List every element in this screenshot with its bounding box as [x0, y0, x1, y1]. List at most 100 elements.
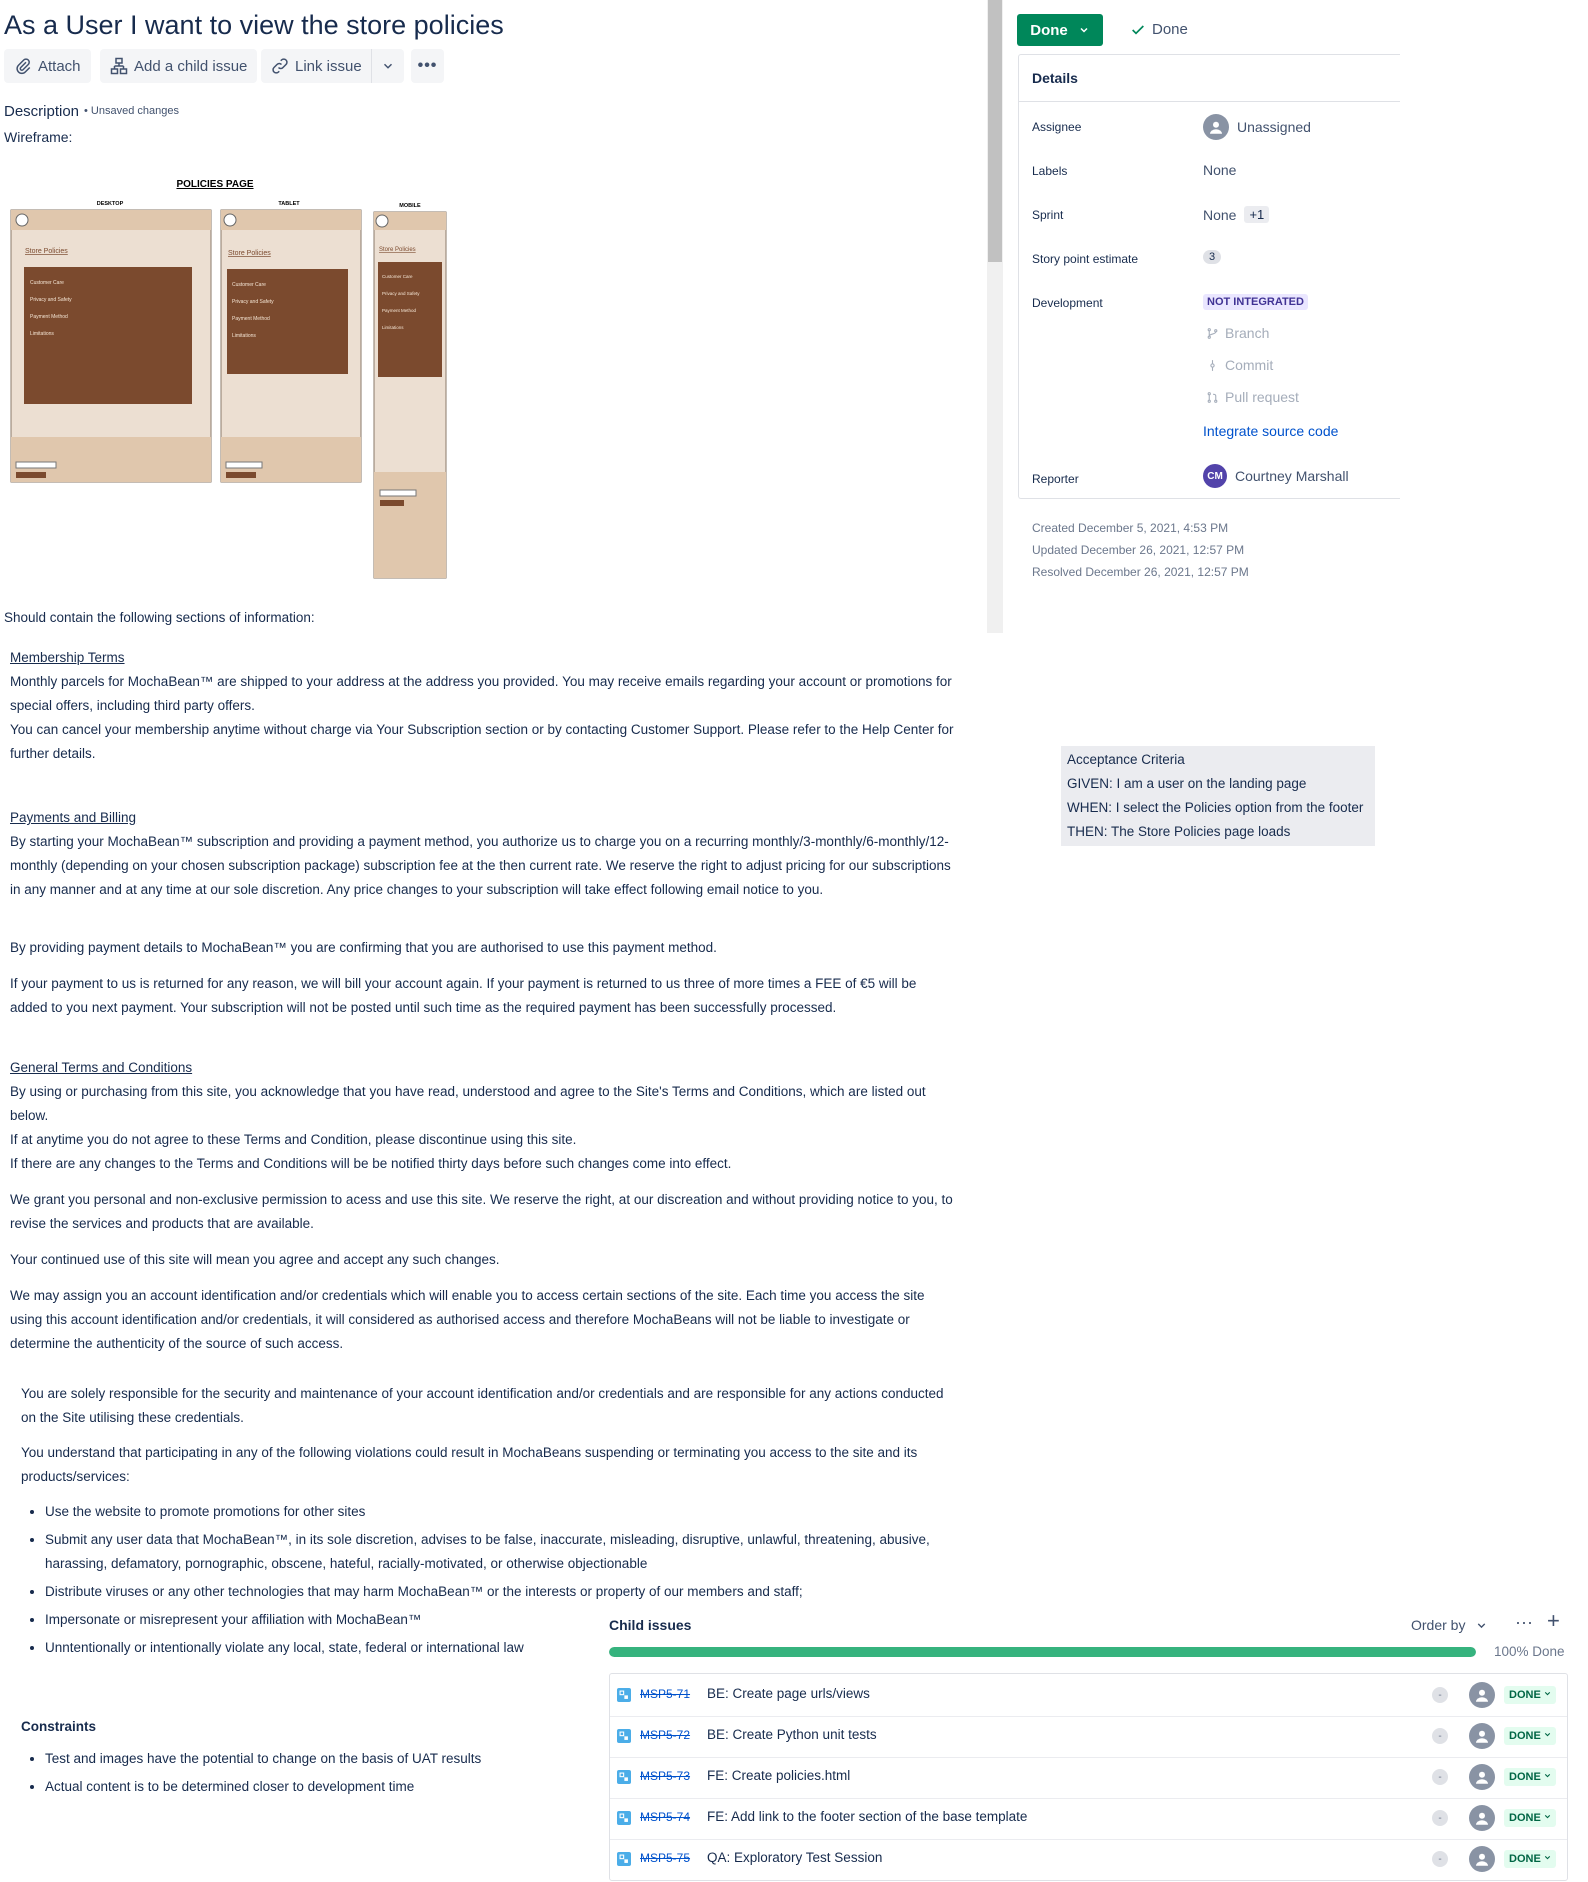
- subtask-type-icon: [617, 1729, 631, 1743]
- chevron-down-icon: [1543, 1689, 1552, 1701]
- child-issue-summary[interactable]: BE: Create page urls/views: [707, 1686, 870, 1701]
- wireframe-tablet-label: TABLET: [278, 201, 300, 207]
- list-item: Distribute viruses or any other technolo…: [45, 1580, 951, 1604]
- svg-text:Payment Method: Payment Method: [382, 308, 417, 313]
- attach-label: Attach: [38, 57, 81, 75]
- general-paragraph-1: By using or purchasing from this site, y…: [10, 1084, 926, 1123]
- list-item: Impersonate or misrepresent your affilia…: [45, 1608, 951, 1632]
- child-issue-key[interactable]: MSP5-72: [640, 1728, 690, 1742]
- development-status: NOT INTEGRATED: [1203, 294, 1308, 310]
- acceptance-then: THEN: The Store Policies page loads: [1067, 824, 1291, 839]
- unassigned-avatar-icon[interactable]: [1469, 1723, 1495, 1749]
- svg-text:Privacy and Safety: Privacy and Safety: [232, 299, 274, 305]
- child-issue-summary[interactable]: QA: Exploratory Test Session: [707, 1850, 882, 1865]
- link-issue-button[interactable]: Link issue: [261, 49, 372, 83]
- wireframe-mobile-label: MOBILE: [399, 203, 421, 209]
- story-point-field[interactable]: 3: [1203, 250, 1222, 264]
- unassigned-avatar-icon[interactable]: [1469, 1682, 1495, 1708]
- sprint-extra-badge[interactable]: +1: [1244, 206, 1270, 223]
- sprint-value: None: [1203, 206, 1237, 223]
- child-issue-status-label: DONE: [1509, 1853, 1541, 1865]
- general-paragraph-4: We grant you personal and non-exclusive …: [10, 1192, 953, 1231]
- status-transition-button[interactable]: Done: [1017, 14, 1103, 46]
- child-issues-more-button[interactable]: ···: [1515, 1612, 1533, 1633]
- issue-title[interactable]: As a User I want to view the store polic…: [4, 10, 504, 41]
- child-issue-key[interactable]: MSP5-71: [640, 1687, 690, 1701]
- constraints-list: Test and images have the potential to ch…: [21, 1747, 581, 1803]
- pull-request-icon: [1207, 391, 1218, 403]
- details-title: Details: [1032, 70, 1078, 86]
- more-icon: •••: [417, 57, 438, 74]
- svg-text:Privacy and Safety: Privacy and Safety: [30, 297, 72, 303]
- policies-wireframe-image: POLICIES PAGE DESKTOP TABLET MOBILE Stor…: [10, 179, 447, 579]
- commit-label: Commit: [1225, 357, 1274, 373]
- add-child-issue-plus-button[interactable]: +: [1547, 1608, 1560, 1634]
- svg-text:Limitations: Limitations: [30, 331, 54, 337]
- commit-icon: [1210, 359, 1215, 371]
- child-issues-progress-bar: [609, 1647, 1476, 1657]
- child-issue-summary[interactable]: BE: Create Python unit tests: [707, 1727, 877, 1742]
- child-issue-key[interactable]: MSP5-73: [640, 1769, 690, 1783]
- reporter-value: Courtney Marshall: [1235, 468, 1349, 484]
- attach-button[interactable]: Attach: [4, 49, 91, 83]
- child-issue-status-lozenge[interactable]: DONE: [1504, 1727, 1556, 1745]
- priority-icon: -: [1432, 1851, 1448, 1867]
- child-issue-key[interactable]: MSP5-74: [640, 1810, 690, 1824]
- svg-text:Payment Method: Payment Method: [30, 314, 68, 320]
- branch-icon: [1207, 327, 1218, 339]
- child-issue-summary[interactable]: FE: Create policies.html: [707, 1768, 850, 1783]
- unsaved-changes-indicator: • Unsaved changes: [84, 105, 179, 117]
- priority-icon: -: [1432, 1769, 1448, 1785]
- payments-paragraph-2: By providing payment details to MochaBea…: [10, 940, 717, 955]
- checkmark-icon: [1132, 24, 1144, 35]
- integrate-source-code-link[interactable]: Integrate source code: [1203, 423, 1338, 439]
- order-by-button[interactable]: Order by: [1411, 1617, 1488, 1633]
- chevron-down-icon: [1543, 1853, 1552, 1865]
- paperclip-icon: [16, 58, 31, 75]
- list-item: Use the website to promote promotions fo…: [45, 1500, 951, 1524]
- chevron-down-icon: [1543, 1730, 1552, 1742]
- unassigned-avatar-icon[interactable]: [1469, 1764, 1495, 1790]
- child-issue-status-lozenge[interactable]: DONE: [1504, 1686, 1556, 1704]
- wireframe-desktop-frame: Store Policies Customer Care Privacy and…: [10, 209, 212, 483]
- wireframe-mobile-frame: Store Policies Customer Care Privacy and…: [373, 211, 447, 579]
- not-integrated-lozenge: NOT INTEGRATED: [1203, 294, 1308, 310]
- add-child-issue-button[interactable]: Add a child issue: [100, 49, 258, 83]
- general-paragraph-7: You are solely responsible for the secur…: [21, 1386, 944, 1425]
- child-issue-status-lozenge[interactable]: DONE: [1504, 1850, 1556, 1868]
- resolved-timestamp: Resolved December 26, 2021, 12:57 PM: [1032, 565, 1249, 579]
- assignee-field[interactable]: Unassigned: [1203, 114, 1311, 140]
- sprint-label: Sprint: [1032, 208, 1064, 222]
- sprint-field[interactable]: None +1: [1203, 206, 1270, 223]
- wireframe-heading: POLICIES PAGE: [176, 179, 253, 190]
- acceptance-title: Acceptance Criteria: [1067, 752, 1185, 767]
- unassigned-avatar-icon[interactable]: [1469, 1805, 1495, 1831]
- main-scrollbar-thumb[interactable]: [988, 0, 1002, 262]
- wireframe-label: Wireframe:: [4, 129, 73, 145]
- link-issue-dropdown[interactable]: [371, 49, 404, 83]
- child-issues-progress-fill: [609, 1647, 1476, 1657]
- labels-field[interactable]: None: [1203, 162, 1236, 178]
- list-item: Actual content is to be determined close…: [45, 1775, 581, 1799]
- svg-text:Customer Care: Customer Care: [382, 274, 413, 279]
- priority-icon: -: [1432, 1810, 1448, 1826]
- child-issue-summary[interactable]: FE: Add link to the footer section of th…: [707, 1809, 1027, 1824]
- child-issue-status-label: DONE: [1509, 1812, 1541, 1824]
- svg-text:Store Policies: Store Policies: [228, 250, 271, 257]
- svg-text:Limitations: Limitations: [232, 333, 256, 339]
- child-issue-key[interactable]: MSP5-75: [640, 1851, 690, 1865]
- more-actions-button[interactable]: •••: [411, 49, 444, 83]
- acceptance-given: GIVEN: I am a user on the landing page: [1067, 776, 1307, 791]
- acceptance-when: WHEN: I select the Policies option from …: [1067, 800, 1364, 815]
- resolution-indicator: Done: [1130, 21, 1188, 38]
- link-icon: [272, 58, 288, 74]
- general-paragraph-5: Your continued use of this site will mea…: [10, 1252, 500, 1267]
- reporter-field[interactable]: CM Courtney Marshall: [1203, 464, 1349, 488]
- child-issue-status-lozenge[interactable]: DONE: [1504, 1768, 1556, 1786]
- child-issues-title: Child issues: [609, 1617, 692, 1633]
- child-issue-status-lozenge[interactable]: DONE: [1504, 1809, 1556, 1827]
- list-item: Test and images have the potential to ch…: [45, 1747, 581, 1771]
- unassigned-avatar-icon[interactable]: [1469, 1846, 1495, 1872]
- intro-text: Should contain the following sections of…: [4, 610, 315, 625]
- labels-value: None: [1203, 162, 1237, 178]
